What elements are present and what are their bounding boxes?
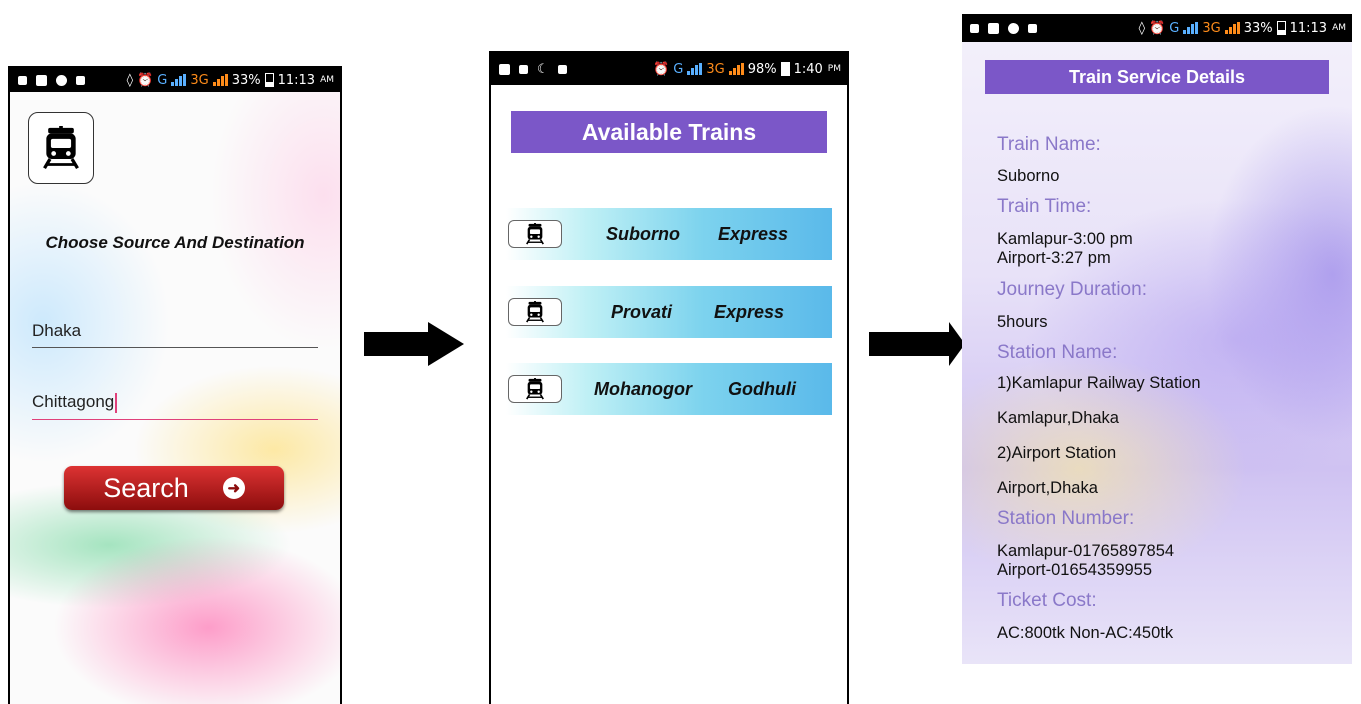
destination-value: Chittagong xyxy=(32,392,115,411)
station-number-kamlapur: Kamlapur-01765897854 xyxy=(997,542,1175,560)
flow-arrow-icon xyxy=(869,322,965,366)
train-name: Mohanogor xyxy=(594,378,692,399)
source-input[interactable]: Dhaka xyxy=(32,321,318,348)
train-type: Express xyxy=(714,301,785,322)
train-name: Provati xyxy=(611,301,673,322)
arrow-right-circle-icon: ➜ xyxy=(222,477,245,499)
train-icon xyxy=(508,375,562,403)
clock-ampm: PM xyxy=(827,64,841,74)
screen-search: ◊ ⏰ G 3G 33% 11:13 AM Choose Source And D… xyxy=(8,66,342,704)
train-icon xyxy=(508,298,562,326)
signal-icon xyxy=(687,63,703,75)
journey-duration-value: 5hours xyxy=(997,313,1048,331)
message-icon xyxy=(519,64,528,74)
network-3g-label: 3G xyxy=(190,72,209,88)
facebook-icon xyxy=(988,22,999,34)
network-g-label: G xyxy=(157,72,168,88)
moon-icon: ☾ xyxy=(537,61,549,77)
train-type: Godhuli xyxy=(728,378,796,399)
screen-available-trains: ☾ ⏰ G 3G 98% 1:40 PM Available Trains Sub… xyxy=(489,51,849,704)
destination-input[interactable]: Chittagong xyxy=(32,392,318,420)
message-icon xyxy=(76,75,85,85)
network-3g-label: 3G xyxy=(706,61,725,77)
station-1-name: 1)Kamlapur Railway Station xyxy=(997,374,1201,392)
network-3g-label: 3G xyxy=(1202,20,1221,36)
clock-time: 11:13 xyxy=(277,72,316,88)
alarm-icon: ⏰ xyxy=(653,61,670,77)
journey-duration-label: Journey Duration: xyxy=(997,279,1147,300)
station-name-label: Station Name: xyxy=(997,342,1118,363)
vibrate-icon: ◊ xyxy=(126,72,134,88)
station-1-address: Kamlapur,Dhaka xyxy=(997,409,1119,427)
notification-icon xyxy=(18,75,27,85)
train-name-value: Suborno xyxy=(997,167,1060,185)
shield-icon xyxy=(56,74,67,86)
signal-3g-icon xyxy=(728,63,744,75)
battery-icon xyxy=(264,73,274,87)
train-item-suborno[interactable]: Suborno Express xyxy=(506,208,832,260)
train-item-provati[interactable]: Provati Express xyxy=(506,286,832,338)
facebook-icon xyxy=(499,63,510,75)
train-time-label: Train Time: xyxy=(997,196,1092,217)
train-icon xyxy=(508,220,562,248)
clock-ampm: AM xyxy=(1332,23,1346,33)
station-number-label: Station Number: xyxy=(997,508,1135,529)
network-g-label: G xyxy=(1169,20,1180,36)
ticket-cost-label: Ticket Cost: xyxy=(997,590,1097,611)
train-type: Express xyxy=(718,223,789,244)
station-number-airport: Airport-01654359955 xyxy=(997,561,1153,579)
signal-icon xyxy=(1183,22,1199,34)
status-bar: ◊ ⏰ G 3G 33% 11:13 AM xyxy=(10,68,340,92)
vibrate-icon: ◊ xyxy=(1138,20,1146,36)
signal-3g-icon xyxy=(212,74,228,86)
screen-train-details: ◊ ⏰ G 3G 33% 11:13 AM Train Service Detai… xyxy=(962,14,1352,664)
clock-time: 1:40 xyxy=(793,61,823,77)
alarm-icon: ⏰ xyxy=(1149,20,1166,36)
ticket-cost-value: AC:800tk Non-AC:450tk xyxy=(997,624,1174,642)
train-time-airport: Airport-3:27 pm xyxy=(997,249,1111,267)
clock-time: 11:13 xyxy=(1289,20,1328,36)
battery-percent: 33% xyxy=(1243,20,1273,36)
page-title: Train Service Details xyxy=(985,60,1329,94)
station-2-name: 2)Airport Station xyxy=(997,444,1117,462)
notification-icon xyxy=(970,23,979,33)
facebook-icon xyxy=(36,74,47,86)
battery-icon xyxy=(780,62,790,76)
status-bar: ◊ ⏰ G 3G 33% 11:13 AM xyxy=(962,14,1352,42)
battery-percent: 33% xyxy=(231,72,261,88)
text-caret xyxy=(115,392,118,413)
book-icon xyxy=(557,64,567,74)
battery-icon xyxy=(1276,21,1286,35)
train-time-kamlapur: Kamlapur-3:00 pm xyxy=(997,230,1133,248)
message-icon xyxy=(1028,23,1037,33)
status-bar: ☾ ⏰ G 3G 98% 1:40 PM xyxy=(491,53,847,85)
train-item-mohanogor[interactable]: Mohanogor Godhuli xyxy=(506,363,832,415)
battery-percent: 98% xyxy=(747,61,777,77)
source-value: Dhaka xyxy=(32,321,82,340)
search-button[interactable]: Search ➜ xyxy=(64,466,284,510)
network-g-label: G xyxy=(673,61,684,77)
train-name: Suborno xyxy=(606,223,680,244)
clock-ampm: AM xyxy=(320,75,334,85)
search-button-label: Search xyxy=(103,472,189,503)
page-heading: Choose Source And Destination xyxy=(45,233,305,252)
signal-icon xyxy=(171,74,187,86)
page-title: Available Trains xyxy=(511,111,827,153)
train-logo-icon xyxy=(28,112,94,184)
signal-3g-icon xyxy=(1224,22,1240,34)
station-2-address: Airport,Dhaka xyxy=(997,479,1098,497)
alarm-icon: ⏰ xyxy=(137,72,154,88)
shield-icon xyxy=(1008,22,1019,34)
flow-arrow-icon xyxy=(364,322,464,366)
train-name-label: Train Name: xyxy=(997,134,1101,155)
